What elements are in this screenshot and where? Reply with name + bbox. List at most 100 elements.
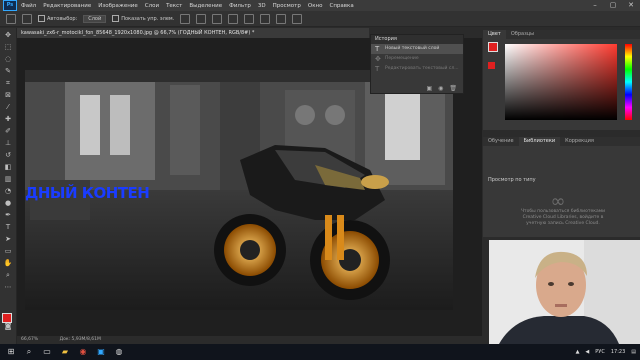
clock[interactable]: 17:23 bbox=[611, 349, 625, 355]
options-bar: Автовыбор: Слой Показать упр. элем. bbox=[0, 11, 640, 27]
foreground-color-swatch[interactable] bbox=[2, 313, 12, 323]
type-layer-icon: T bbox=[375, 45, 380, 53]
menu-filter[interactable]: Фильтр bbox=[229, 3, 251, 9]
foreground-swatch[interactable] bbox=[488, 42, 498, 52]
tab-adjustments[interactable]: Коррекция bbox=[560, 137, 599, 146]
webcam-overlay bbox=[489, 240, 640, 344]
pen-tool-icon[interactable]: ✒ bbox=[3, 211, 13, 220]
menu-select[interactable]: Выделение bbox=[189, 3, 222, 9]
history-item[interactable]: T Редактировать текстовый сл... bbox=[371, 64, 463, 74]
type-layer-icon: T bbox=[375, 65, 380, 73]
document-tab[interactable]: kawasaki_zx6-r_motocikl_fon_85648_1920x1… bbox=[17, 28, 369, 38]
3d-mode-icon[interactable] bbox=[292, 13, 303, 24]
menu-view[interactable]: Просмотр bbox=[273, 3, 301, 9]
move-icon: ✥ bbox=[375, 55, 381, 63]
network-icon[interactable]: ▲ bbox=[576, 349, 580, 355]
notifications-icon[interactable]: ▤ bbox=[631, 349, 636, 355]
move-tool-icon[interactable] bbox=[22, 13, 32, 24]
quick-select-tool-icon[interactable]: ✎ bbox=[3, 67, 13, 76]
align-center-icon[interactable] bbox=[196, 13, 207, 24]
dodge-tool-icon[interactable]: ● bbox=[3, 199, 13, 208]
zoom-level[interactable]: 66,67% bbox=[21, 337, 38, 342]
path-select-tool-icon[interactable]: ➤ bbox=[3, 235, 13, 244]
search-icon[interactable]: ⌕ bbox=[22, 346, 36, 358]
windows-start-icon[interactable]: ⊞ bbox=[4, 346, 18, 358]
color-picker-field[interactable] bbox=[505, 44, 617, 120]
trash-icon[interactable]: 🗑 bbox=[449, 85, 457, 92]
menu-window[interactable]: Окно bbox=[308, 3, 323, 9]
tools-panel: ✥ ⬚ ◌ ✎ ⌗ ⊠ ⁄ ✚ ✐ ⊥ ↺ ◧ ▥ ◔ ● ✒ T ➤ ▭ ✋ … bbox=[0, 28, 17, 344]
align-bottom-icon[interactable] bbox=[260, 13, 271, 24]
healing-brush-tool-icon[interactable]: ✚ bbox=[3, 115, 13, 124]
color-swatches bbox=[488, 40, 501, 75]
file-explorer-icon[interactable]: ▰ bbox=[58, 346, 72, 358]
blur-tool-icon[interactable]: ◔ bbox=[3, 187, 13, 196]
document-size[interactable]: Док: 5,93M/8,61M bbox=[60, 337, 101, 342]
align-middle-icon[interactable] bbox=[244, 13, 255, 24]
history-panel-footer: ▣ ◉ 🗑 bbox=[371, 84, 463, 93]
language-indicator[interactable]: РУС bbox=[595, 349, 605, 355]
more-tools-icon[interactable]: ⋯ bbox=[3, 283, 13, 292]
close-icon[interactable]: ✕ bbox=[622, 0, 640, 11]
windows-taskbar: ⊞ ⌕ ▭ ▰ ◉ ▣ ◍ ▲ ◀ РУС 17:23 ▤ bbox=[0, 344, 640, 360]
tab-libraries[interactable]: Библиотеки bbox=[518, 137, 561, 146]
menu-edit[interactable]: Редактирование bbox=[43, 3, 91, 9]
menu-layers[interactable]: Слои bbox=[145, 3, 159, 9]
gradient-tool-icon[interactable]: ▥ bbox=[3, 175, 13, 184]
snapshot-icon[interactable]: ◉ bbox=[438, 85, 443, 92]
new-document-icon[interactable]: ▣ bbox=[426, 85, 432, 92]
minimize-icon[interactable]: – bbox=[586, 0, 604, 11]
browser-icon[interactable]: ◉ bbox=[76, 346, 90, 358]
zoom-tool-icon[interactable]: ⌕ bbox=[3, 271, 13, 280]
align-right-icon[interactable] bbox=[212, 13, 223, 24]
menu-3d[interactable]: 3D bbox=[258, 3, 266, 9]
history-brush-tool-icon[interactable]: ↺ bbox=[3, 151, 13, 160]
autoselect-dropdown[interactable]: Слой bbox=[83, 14, 107, 23]
tab-learn[interactable]: Обучение bbox=[483, 137, 519, 146]
align-top-icon[interactable] bbox=[228, 13, 239, 24]
view-by-type-dropdown[interactable]: Просмотр по типу bbox=[488, 177, 536, 183]
menu-help[interactable]: Справка bbox=[329, 3, 353, 9]
presenter-video bbox=[489, 240, 640, 344]
eraser-tool-icon[interactable]: ◧ bbox=[3, 163, 13, 172]
brush-tool-icon[interactable]: ✐ bbox=[3, 127, 13, 136]
app-icon[interactable]: ◍ bbox=[112, 346, 126, 358]
move-tool-icon[interactable]: ✥ bbox=[3, 31, 13, 40]
shape-tool-icon[interactable]: ▭ bbox=[3, 247, 13, 256]
type-tool-icon[interactable]: T bbox=[3, 223, 13, 232]
document-canvas[interactable]: ДНЫЙ КОНТЕН bbox=[25, 70, 453, 310]
task-view-icon[interactable]: ▭ bbox=[40, 346, 54, 358]
hue-slider[interactable] bbox=[625, 44, 632, 120]
volume-icon[interactable]: ◀ bbox=[585, 349, 589, 355]
menu-bar: Ps Файл Редактирование Изображение Слои … bbox=[0, 0, 640, 11]
align-left-icon[interactable] bbox=[180, 13, 191, 24]
eyedropper-tool-icon[interactable]: ⁄ bbox=[3, 103, 13, 112]
history-panel: История T Новый текстовый слой ✥ Перемещен… bbox=[370, 34, 464, 94]
frame-tool-icon[interactable]: ⊠ bbox=[3, 91, 13, 100]
gamut-warning-icon bbox=[488, 62, 495, 69]
menu-file[interactable]: Файл bbox=[21, 3, 36, 9]
canvas-text-layer[interactable]: ДНЫЙ КОНТЕН bbox=[25, 184, 150, 202]
marquee-tool-icon[interactable]: ⬚ bbox=[3, 43, 13, 52]
history-item[interactable]: T Новый текстовый слой bbox=[371, 44, 463, 54]
crop-tool-icon[interactable]: ⌗ bbox=[3, 79, 13, 88]
libraries-message: Чтобы пользоваться библиотеками Creative… bbox=[520, 209, 606, 226]
lasso-tool-icon[interactable]: ◌ bbox=[3, 55, 13, 64]
home-icon[interactable] bbox=[6, 13, 16, 24]
maximize-icon[interactable]: ▢ bbox=[604, 0, 622, 11]
hand-tool-icon[interactable]: ✋ bbox=[3, 259, 13, 268]
tab-swatches[interactable]: Образцы bbox=[506, 30, 539, 39]
quick-mask-icon[interactable]: ◙ bbox=[3, 322, 13, 331]
photoshop-logo: Ps bbox=[3, 0, 17, 11]
libraries-panel: Обучение Библиотеки Коррекция Просмотр п… bbox=[483, 137, 640, 237]
history-panel-title: История bbox=[371, 35, 463, 44]
clone-stamp-tool-icon[interactable]: ⊥ bbox=[3, 139, 13, 148]
autoselect-checkbox[interactable]: Автовыбор: bbox=[38, 15, 77, 22]
menu-type[interactable]: Текст bbox=[166, 3, 182, 9]
menu-image[interactable]: Изображение bbox=[98, 3, 138, 9]
distribute-icon[interactable] bbox=[276, 13, 287, 24]
show-controls-checkbox[interactable]: Показать упр. элем. bbox=[112, 15, 174, 22]
tab-color[interactable]: Цвет bbox=[483, 30, 506, 39]
photoshop-taskbar-icon[interactable]: ▣ bbox=[94, 346, 108, 358]
history-item[interactable]: ✥ Перемещение bbox=[371, 54, 463, 64]
